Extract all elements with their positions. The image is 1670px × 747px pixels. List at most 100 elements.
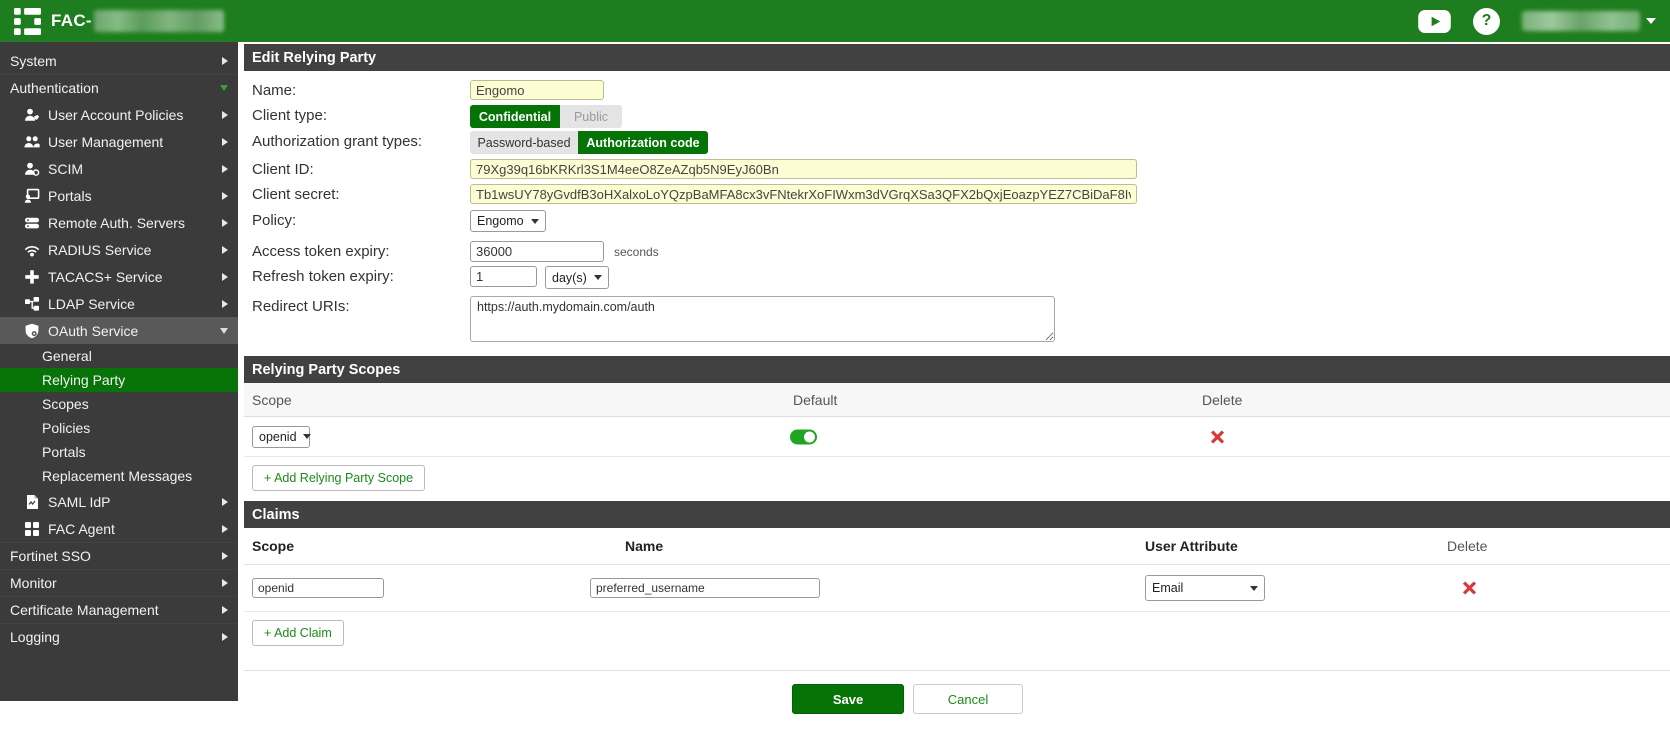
sidebar-item-label: RADIUS Service: [48, 242, 151, 258]
client-type-toggle: Confidential Public: [470, 105, 622, 128]
policy-select[interactable]: Engomo: [470, 210, 546, 232]
chevron-down-icon: [531, 219, 539, 224]
client-secret-input[interactable]: [470, 184, 1137, 204]
claims-col-scope: Scope: [252, 538, 294, 554]
sidebar-item-relying-party[interactable]: Relying Party: [0, 368, 238, 392]
sidebar-item-scim[interactable]: SCIM: [0, 155, 238, 182]
fac-agent-grid-icon: [24, 521, 41, 537]
sidebar-item-monitor[interactable]: Monitor: [0, 569, 238, 596]
user-menu[interactable]: [1522, 11, 1656, 31]
sidebar-item-general[interactable]: General: [0, 344, 238, 368]
sidebar: System Authentication User Account Policie…: [0, 42, 238, 701]
claims-col-delete: Delete: [1447, 538, 1487, 554]
sidebar-item-label: SAML IdP: [48, 494, 111, 510]
sidebar-item-logging[interactable]: Logging: [0, 623, 238, 650]
sidebar-item-tacacs-service[interactable]: TACACS+ Service: [0, 263, 238, 290]
sidebar-item-user-account-policies[interactable]: User Account Policies: [0, 101, 238, 128]
access-token-expiry-label: Access token expiry:: [252, 241, 470, 260]
sidebar-item-portals[interactable]: Portals: [0, 440, 238, 464]
sidebar-item-label: User Management: [48, 134, 163, 150]
help-icon[interactable]: ?: [1473, 8, 1500, 35]
sidebar-item-label: SCIM: [48, 161, 83, 177]
claims-table-header: Scope Name User Attribute Delete: [244, 528, 1670, 565]
chevron-right-icon: [222, 246, 228, 254]
sidebar-item-user-management[interactable]: User Management: [0, 128, 238, 155]
client-type-public-button[interactable]: Public: [560, 105, 622, 128]
redacted-hostname: [94, 10, 224, 32]
seconds-suffix: seconds: [614, 241, 659, 259]
claim-scope-input[interactable]: [252, 578, 384, 598]
sidebar-item-label: Monitor: [10, 575, 57, 591]
sidebar-item-label: OAuth Service: [48, 323, 138, 339]
sidebar-item-policies[interactable]: Policies: [0, 416, 238, 440]
grant-password-button[interactable]: Password-based: [470, 131, 578, 154]
sidebar-item-scopes[interactable]: Scopes: [0, 392, 238, 416]
sidebar-item-label: Fortinet SSO: [10, 548, 91, 564]
grant-types-toggle: Password-based Authorization code: [470, 131, 708, 154]
sidebar-item-authentication[interactable]: Authentication: [0, 74, 238, 101]
sidebar-item-label: Scopes: [42, 396, 89, 412]
refresh-unit-value: day(s): [552, 271, 587, 285]
chevron-right-icon: [222, 579, 228, 587]
default-toggle-on[interactable]: [790, 429, 817, 444]
sidebar-item-oauth-service[interactable]: OAuth Service: [0, 317, 238, 344]
chevron-right-icon: [222, 300, 228, 308]
client-type-confidential-button[interactable]: Confidential: [470, 105, 560, 128]
sidebar-item-radius-service[interactable]: RADIUS Service: [0, 236, 238, 263]
chevron-right-icon: [222, 606, 228, 614]
user-policy-icon: [24, 107, 41, 123]
sidebar-item-replacement-messages[interactable]: Replacement Messages: [0, 464, 238, 488]
sidebar-item-certificate-management[interactable]: Certificate Management: [0, 596, 238, 623]
sidebar-item-label: Certificate Management: [10, 602, 159, 618]
sidebar-item-system[interactable]: System: [0, 47, 238, 74]
sidebar-item-label: Authentication: [10, 80, 99, 96]
redirect-uris-textarea[interactable]: [470, 296, 1055, 342]
cancel-button[interactable]: Cancel: [913, 684, 1023, 714]
sidebar-item-label: Logging: [10, 629, 60, 645]
client-id-input[interactable]: [470, 159, 1137, 179]
sidebar-item-fac-agent[interactable]: FAC Agent: [0, 515, 238, 542]
relying-party-form: Name: Client type: Confidential Public A…: [244, 71, 1670, 356]
scopes-col-default: Default: [793, 392, 837, 408]
refresh-token-expiry-label: Refresh token expiry:: [252, 266, 470, 285]
claims-col-user-attribute: User Attribute: [1145, 538, 1238, 554]
claims-col-name: Name: [625, 538, 663, 554]
sidebar-item-label: User Account Policies: [48, 107, 183, 123]
sidebar-item-label: FAC Agent: [48, 521, 115, 537]
sidebar-item-saml-idp[interactable]: SAML IdP: [0, 488, 238, 515]
refresh-token-expiry-input[interactable]: [470, 266, 537, 287]
access-token-expiry-input[interactable]: [470, 241, 604, 262]
delete-claim-icon[interactable]: [1463, 582, 1476, 595]
scope-row-select[interactable]: openid: [252, 426, 310, 448]
redirect-uris-label: Redirect URIs:: [252, 296, 470, 315]
refresh-unit-select[interactable]: day(s): [545, 266, 609, 289]
claim-table-row: Email: [244, 565, 1670, 612]
add-relying-party-scope-button[interactable]: + Add Relying Party Scope: [252, 465, 425, 491]
sidebar-item-ldap-service[interactable]: LDAP Service: [0, 290, 238, 317]
chevron-right-icon: [222, 57, 228, 65]
relying-party-scopes-header: Relying Party Scopes: [244, 356, 1670, 383]
scim-icon: [24, 161, 41, 177]
chevron-down-icon: [220, 328, 228, 334]
grant-authcode-button[interactable]: Authorization code: [578, 131, 708, 154]
fortinet-grid-logo-icon[interactable]: [14, 8, 41, 35]
claims-header: Claims: [244, 501, 1670, 528]
claim-user-attribute-select[interactable]: Email: [1145, 575, 1265, 601]
chevron-down-icon: [1646, 18, 1656, 24]
sidebar-item-fortinet-sso[interactable]: Fortinet SSO: [0, 542, 238, 569]
sidebar-item-label: Portals: [48, 188, 92, 204]
save-button[interactable]: Save: [792, 684, 904, 714]
claim-user-attribute-value: Email: [1152, 581, 1183, 595]
delete-scope-icon[interactable]: [1211, 430, 1224, 443]
sidebar-item-portals[interactable]: Portals: [0, 182, 238, 209]
brand-text: FAC-: [51, 11, 92, 31]
claim-name-input[interactable]: [590, 578, 820, 598]
sidebar-item-label: Relying Party: [42, 372, 125, 388]
sidebar-item-remote-auth-servers[interactable]: Remote Auth. Servers: [0, 209, 238, 236]
sidebar-item-label: General: [42, 348, 92, 364]
name-input[interactable]: [470, 80, 604, 100]
chevron-down-icon: [1250, 586, 1258, 591]
video-tutorial-icon[interactable]: [1418, 10, 1451, 33]
add-claim-button[interactable]: + Add Claim: [252, 620, 344, 646]
top-bar: FAC- ?: [0, 0, 1670, 42]
